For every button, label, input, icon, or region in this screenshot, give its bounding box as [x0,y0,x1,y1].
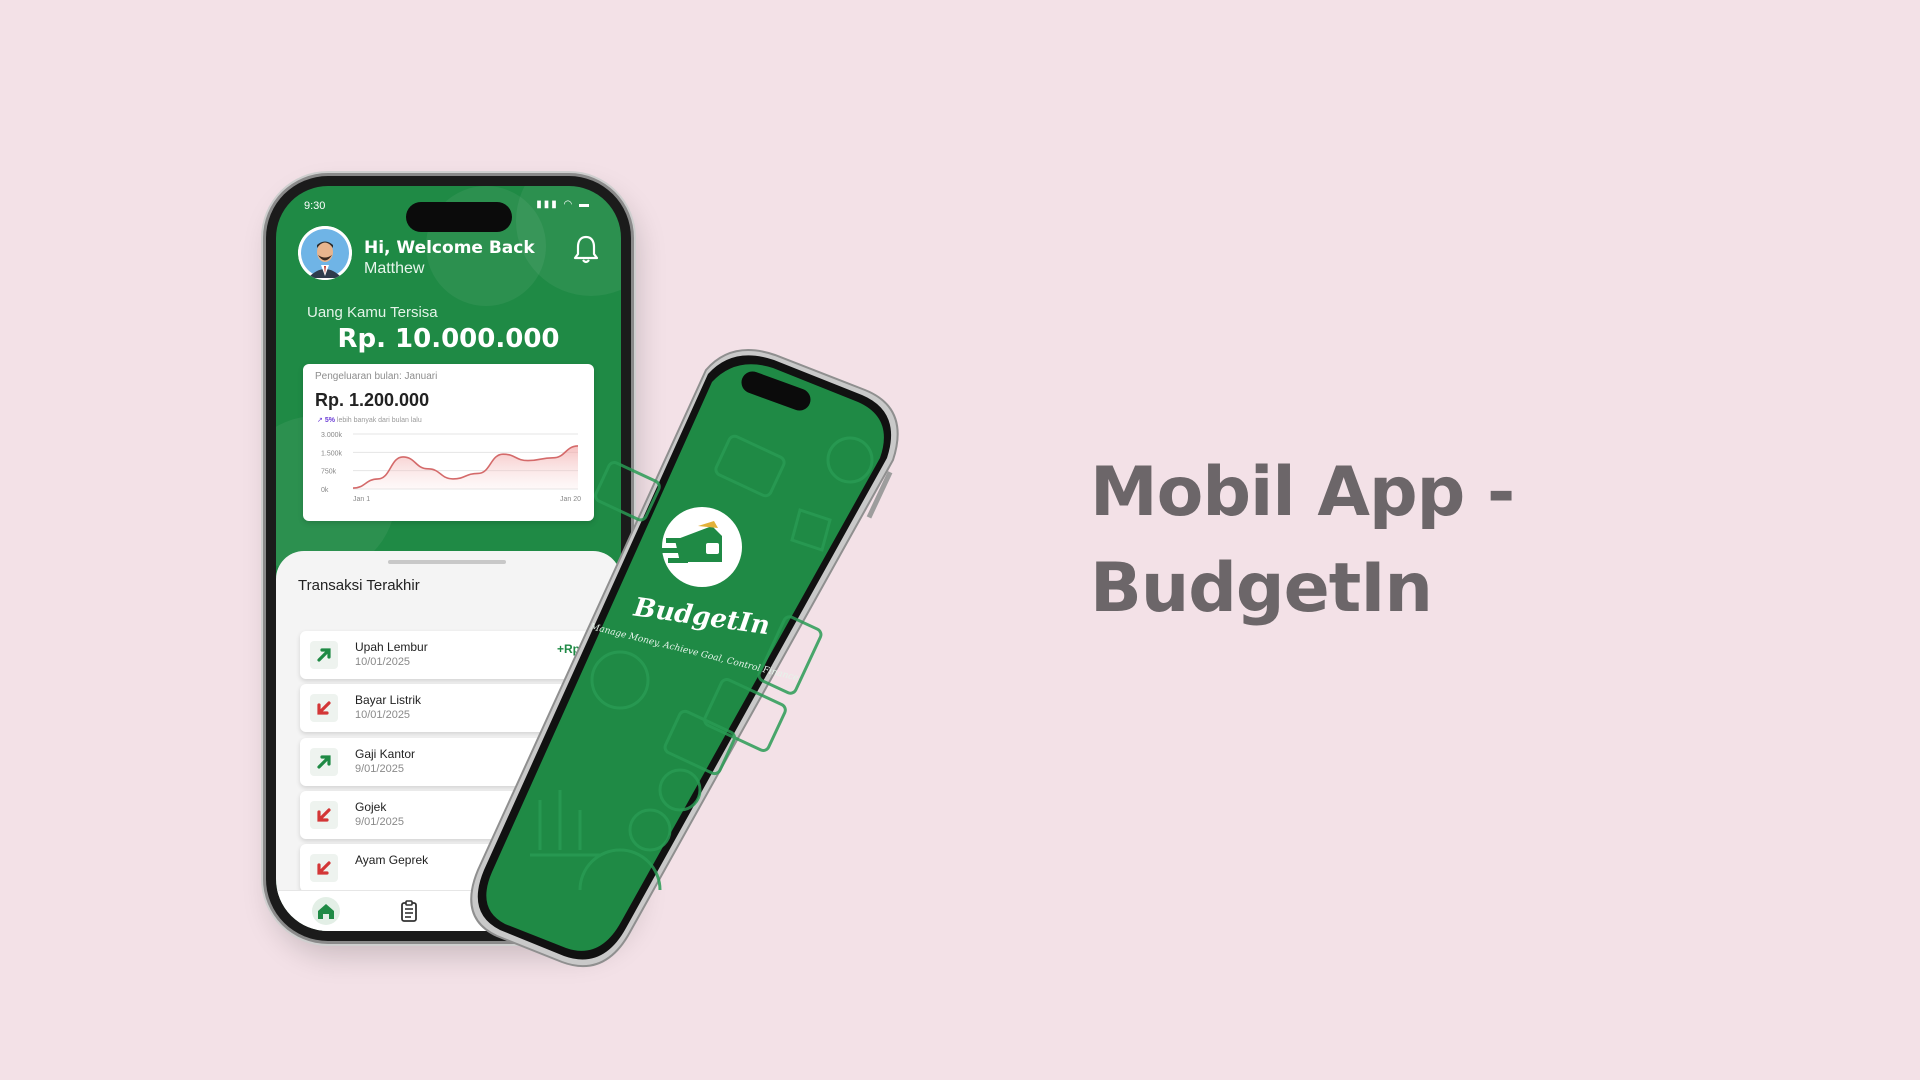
dynamic-island [406,202,512,232]
transaction-name: Ayam Geprek [355,853,429,867]
nav-transactions[interactable] [395,897,423,925]
chart-y-tick-label: 750k [321,469,337,476]
status-time: 9:30 [304,200,326,212]
headline-line-2: BudgetIn [1090,549,1433,628]
arrow-down-left-icon [310,694,338,722]
bell-icon[interactable] [571,234,601,266]
transactions-title: Transaksi Terakhir [298,577,420,594]
clipboard-icon [401,900,417,922]
transaction-name: Gojek [355,800,387,814]
avatar[interactable] [298,226,352,280]
avatar-image [298,226,352,280]
nav-home[interactable] [312,897,340,925]
splash-screen [486,364,884,951]
transaction-date: 10/01/2025 [355,709,411,721]
greeting: Hi, Welcome Back [364,238,535,258]
chart-y-tick-label: 3.000k [321,432,343,439]
chart-y-tick-label: 0k [321,487,329,494]
status-icons: ▮▮▮ ◠ ▬ [536,199,591,210]
user-name: Matthew [364,260,425,277]
headline: Mobil App - BudgetIn [1090,445,1610,637]
transaction-name: Gaji Kantor [355,747,416,761]
transaction-date: 9/01/2025 [355,816,404,828]
transaction-name: Bayar Listrik [355,693,422,707]
home-icon [318,904,334,919]
transaction-date: 9/01/2025 [355,763,404,775]
arrow-up-right-icon [310,748,338,776]
splash-phone: BudgetIn Manage Money, Achieve Goal, Con… [470,349,950,980]
balance-label: Uang Kamu Tersisa [307,304,438,321]
headline-line-1: Mobil App - [1090,453,1515,532]
transaction-name: Upah Lembur [355,640,428,654]
arrow-up-right-icon [310,641,338,669]
chart-x-tick-label: Jan 1 [353,496,370,503]
arrow-down-left-icon [310,801,338,829]
arrow-down-left-icon [310,854,338,882]
chart-y-tick-label: 1.500k [321,450,343,457]
transaction-date: 10/01/2025 [355,656,411,668]
